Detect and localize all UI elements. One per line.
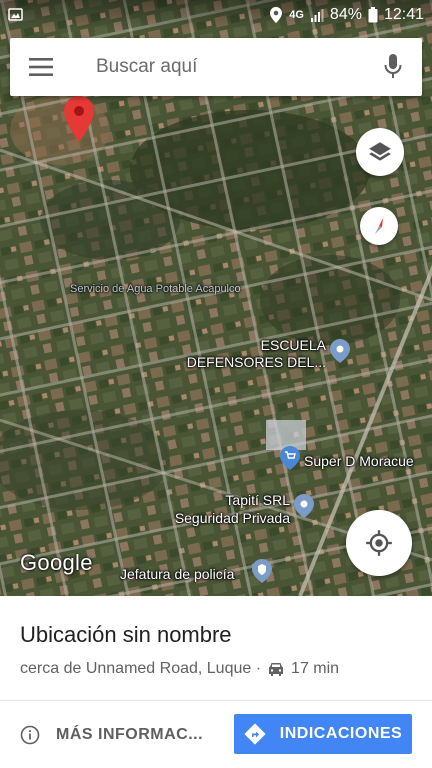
police-pin-icon[interactable]	[252, 559, 272, 583]
business-pin-icon[interactable]	[294, 494, 314, 518]
map-label-security-company[interactable]: Tapití SRL Seguridad Privada	[160, 491, 290, 527]
layers-icon	[369, 142, 391, 161]
map-label-school[interactable]: ESCUELA DEFENSORES DEL...	[186, 337, 326, 371]
map-label-supermarket[interactable]: Super D Moracue	[304, 452, 414, 470]
my-location-button[interactable]	[346, 510, 412, 576]
hamburger-menu-icon	[29, 58, 53, 76]
sheet-divider	[0, 700, 432, 701]
location-pin-icon	[64, 96, 94, 142]
place-subtitle: cerca de Unnamed Road, Luque · 17 min	[20, 660, 339, 678]
drive-time: 17 min	[291, 660, 340, 677]
battery-icon	[368, 7, 378, 23]
place-title: Ubicación sin nombre	[20, 622, 232, 647]
directions-button[interactable]: INDICACIONES	[234, 714, 412, 754]
my-location-icon	[366, 530, 392, 556]
google-logo: Google	[20, 550, 93, 575]
gallery-notification-icon	[8, 8, 23, 21]
map-label-water-service[interactable]: Servicio de Agua Potable Acapulco	[70, 283, 241, 296]
more-info-button[interactable]: MÁS INFORMAC...	[20, 720, 203, 750]
info-icon	[20, 725, 40, 745]
voice-search-button[interactable]	[364, 38, 422, 96]
search-bar[interactable]: Buscar aquí	[10, 38, 422, 96]
signal-icon	[310, 9, 324, 22]
more-info-label: MÁS INFORMAC...	[56, 726, 204, 743]
car-icon	[269, 663, 284, 676]
location-status-icon	[270, 7, 283, 23]
status-bar: 4G 84% 12:41	[0, 0, 432, 30]
place-address: cerca de Unnamed Road, Luque ·	[20, 660, 262, 677]
compass-icon	[375, 218, 383, 234]
search-input[interactable]: Buscar aquí	[72, 56, 364, 78]
shopping-cart-pin-icon[interactable]	[280, 446, 300, 470]
map-label-police[interactable]: Jefatura de policía	[120, 565, 234, 583]
microphone-icon	[384, 54, 402, 78]
directions-label: INDICACIONES	[279, 725, 403, 742]
clock: 12:41	[383, 6, 424, 23]
place-sheet[interactable]: Ubicación sin nombre cerca de Unnamed Ro…	[0, 596, 432, 768]
school-pin-icon[interactable]	[330, 339, 350, 363]
battery-percent: 84%	[329, 6, 362, 23]
directions-icon	[244, 723, 266, 745]
compass-button[interactable]	[360, 207, 398, 245]
network-type: 4G	[289, 9, 304, 21]
menu-button[interactable]	[10, 38, 72, 96]
layers-button[interactable]	[356, 128, 404, 176]
